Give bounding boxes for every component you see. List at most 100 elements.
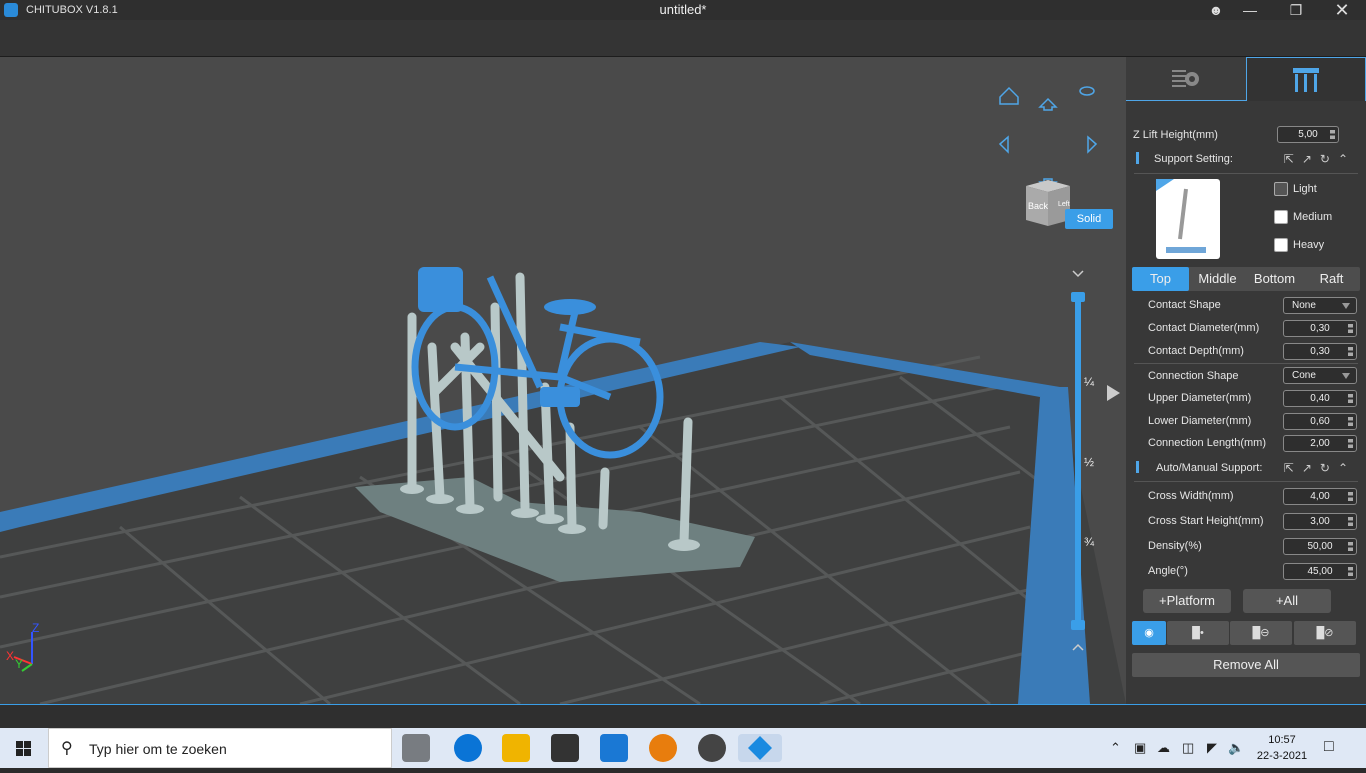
status-bar (0, 704, 1366, 728)
panel-tabs (1126, 57, 1366, 101)
cross-start-height-label: Cross Start Height(mm) (1148, 515, 1264, 527)
tab-raft[interactable]: Raft (1303, 267, 1360, 291)
view-navigation-icons (998, 86, 1098, 192)
store-icon[interactable] (551, 734, 579, 762)
connection-length-input[interactable]: 2,00 (1283, 435, 1357, 452)
support-table-icon (1293, 68, 1319, 92)
windows-start-icon[interactable] (0, 728, 48, 768)
support-panel: Z Lift Height(mm) 5,00 Support Setting: … (1126, 57, 1366, 704)
tab-top[interactable]: Top (1132, 267, 1189, 291)
lower-diameter-row: Lower Diameter(mm) 0,60 (1126, 411, 1366, 433)
scene-drawing (0, 86, 1126, 704)
heavy-label: Heavy (1293, 239, 1325, 251)
app-icon[interactable] (698, 734, 726, 762)
mail-icon[interactable] (600, 734, 628, 762)
contact-diameter-row: Contact Diameter(mm) 0,30 (1126, 318, 1366, 340)
contact-shape-select[interactable]: None (1283, 297, 1357, 314)
connection-shape-label: Connection Shape (1148, 370, 1239, 382)
axis-y-label: Y (15, 657, 24, 671)
onedrive-icon[interactable]: ☁ (1157, 740, 1170, 756)
auto-manual-header: Auto/Manual Support: ⇱↗↻⌃ (1126, 457, 1366, 479)
contact-depth-row: Contact Depth(mm) 0,30 (1126, 341, 1366, 363)
battery-icon[interactable]: ◫ (1182, 740, 1194, 756)
auto-manual-title: Auto/Manual Support: (1156, 462, 1263, 474)
auto-manual-icon (1136, 461, 1146, 473)
title-bar: CHITUBOX V1.8.1 untitled* ☻ — ❐ ✕ (0, 0, 1366, 20)
remove-support-icon[interactable]: █⊖ (1230, 621, 1292, 645)
density-row: Density(%) 50,00 (1126, 536, 1366, 558)
cross-start-height-input[interactable]: 3,00 (1283, 513, 1357, 530)
blender-icon[interactable] (649, 734, 677, 762)
angle-input[interactable]: 45,00 (1283, 563, 1357, 580)
clock-date: 22-3-2021 (1256, 750, 1308, 762)
lower-diameter-label: Lower Diameter(mm) (1148, 415, 1252, 427)
divider (1134, 481, 1358, 482)
light-label: Light (1293, 183, 1317, 195)
restore-button[interactable]: ❐ (1276, 0, 1316, 20)
contact-shape-row: Contact Shape None (1126, 295, 1366, 317)
angle-row: Angle(°) 45,00 (1126, 561, 1366, 583)
tab-settings[interactable] (1126, 57, 1246, 101)
volume-icon[interactable]: 🔈 (1228, 740, 1244, 756)
taskbar-clock[interactable]: 10:57 22-3-2021 (1252, 732, 1312, 764)
chitubox-taskbar-icon[interactable] (738, 734, 782, 762)
divider (1134, 173, 1358, 174)
minimize-button[interactable]: — (1230, 0, 1270, 20)
contact-diameter-input[interactable]: 0,30 (1283, 320, 1357, 337)
cross-width-label: Cross Width(mm) (1148, 490, 1234, 502)
support-section-tabs: Top Middle Bottom Raft (1132, 267, 1360, 291)
contact-depth-label: Contact Depth(mm) (1148, 345, 1244, 357)
auto-manual-actions[interactable]: ⇱↗↻⌃ (1284, 461, 1356, 475)
tab-bottom[interactable]: Bottom (1246, 267, 1303, 291)
notifications-icon[interactable]: □ (1324, 738, 1334, 756)
angle-label: Angle(°) (1148, 565, 1188, 577)
view-cube-left-label: Left (1058, 201, 1070, 208)
density-input[interactable]: 50,00 (1283, 538, 1357, 555)
z-lift-input[interactable]: 5,00 (1277, 126, 1339, 143)
slider-mark-half: ½ (1084, 455, 1095, 469)
task-view-icon[interactable] (402, 734, 430, 762)
upper-diameter-label: Upper Diameter(mm) (1148, 392, 1252, 404)
contact-depth-input[interactable]: 0,30 (1283, 343, 1357, 360)
tab-support[interactable] (1246, 57, 1366, 101)
3d-viewport[interactable]: Back Left Solid ¼ ½ ¾ Z X Y (0, 57, 1126, 704)
upper-diameter-input[interactable]: 0,40 (1283, 390, 1357, 407)
windows-taskbar: ⚲ Typ hier om te zoeken ⌃ ▣ ☁ ◫ ◤ 🔈 10:5… (0, 728, 1366, 768)
add-all-button[interactable]: +All (1243, 589, 1331, 613)
support-setting-title: Support Setting: (1154, 153, 1233, 165)
chitubox-diamond-drawing (748, 736, 772, 760)
support-setting-actions[interactable]: ⇱↗↻⌃ (1284, 152, 1356, 166)
add-support-icon[interactable]: █• (1167, 621, 1229, 645)
divider (1134, 363, 1358, 364)
connection-shape-row: Connection Shape Cone (1126, 366, 1366, 388)
medium-checkbox[interactable] (1274, 210, 1288, 224)
eye-icon[interactable]: ◉ (1132, 621, 1166, 645)
close-button[interactable]: ✕ (1322, 0, 1362, 20)
search-icon: ⚲ (61, 740, 73, 757)
support-preview-drawing (1156, 179, 1206, 253)
solid-render-button[interactable]: Solid (1065, 209, 1113, 229)
edge-icon[interactable] (454, 734, 482, 762)
slider-mark-quarter: ¼ (1084, 375, 1095, 389)
clock-time: 10:57 (1268, 734, 1296, 746)
axis-z-label: Z (32, 621, 40, 635)
heavy-checkbox[interactable] (1274, 238, 1288, 252)
lower-diameter-input[interactable]: 0,60 (1283, 413, 1357, 430)
z-lift-row: Z Lift Height(mm) 5,00 (1126, 125, 1366, 147)
windows-logo-drawing (16, 741, 31, 756)
upper-diameter-row: Upper Diameter(mm) 0,40 (1126, 388, 1366, 410)
light-checkbox[interactable] (1274, 182, 1288, 196)
connection-length-label: Connection Length(mm) (1148, 437, 1267, 449)
edit-support-icon[interactable]: █⊘ (1294, 621, 1356, 645)
file-explorer-icon[interactable] (502, 734, 530, 762)
show-hidden-icons-icon[interactable]: ⌃ (1110, 740, 1121, 756)
cross-width-input[interactable]: 4,00 (1283, 488, 1357, 505)
taskbar-search[interactable]: ⚲ Typ hier om te zoeken (48, 728, 392, 768)
remove-all-button[interactable]: Remove All (1132, 653, 1360, 677)
wifi-icon[interactable]: ◤ (1207, 740, 1217, 756)
tab-middle[interactable]: Middle (1189, 267, 1246, 291)
connection-shape-select[interactable]: Cone (1283, 367, 1357, 384)
support-preview-image (1156, 179, 1220, 259)
meet-now-icon[interactable]: ▣ (1134, 740, 1146, 756)
add-platform-button[interactable]: +Platform (1143, 589, 1231, 613)
